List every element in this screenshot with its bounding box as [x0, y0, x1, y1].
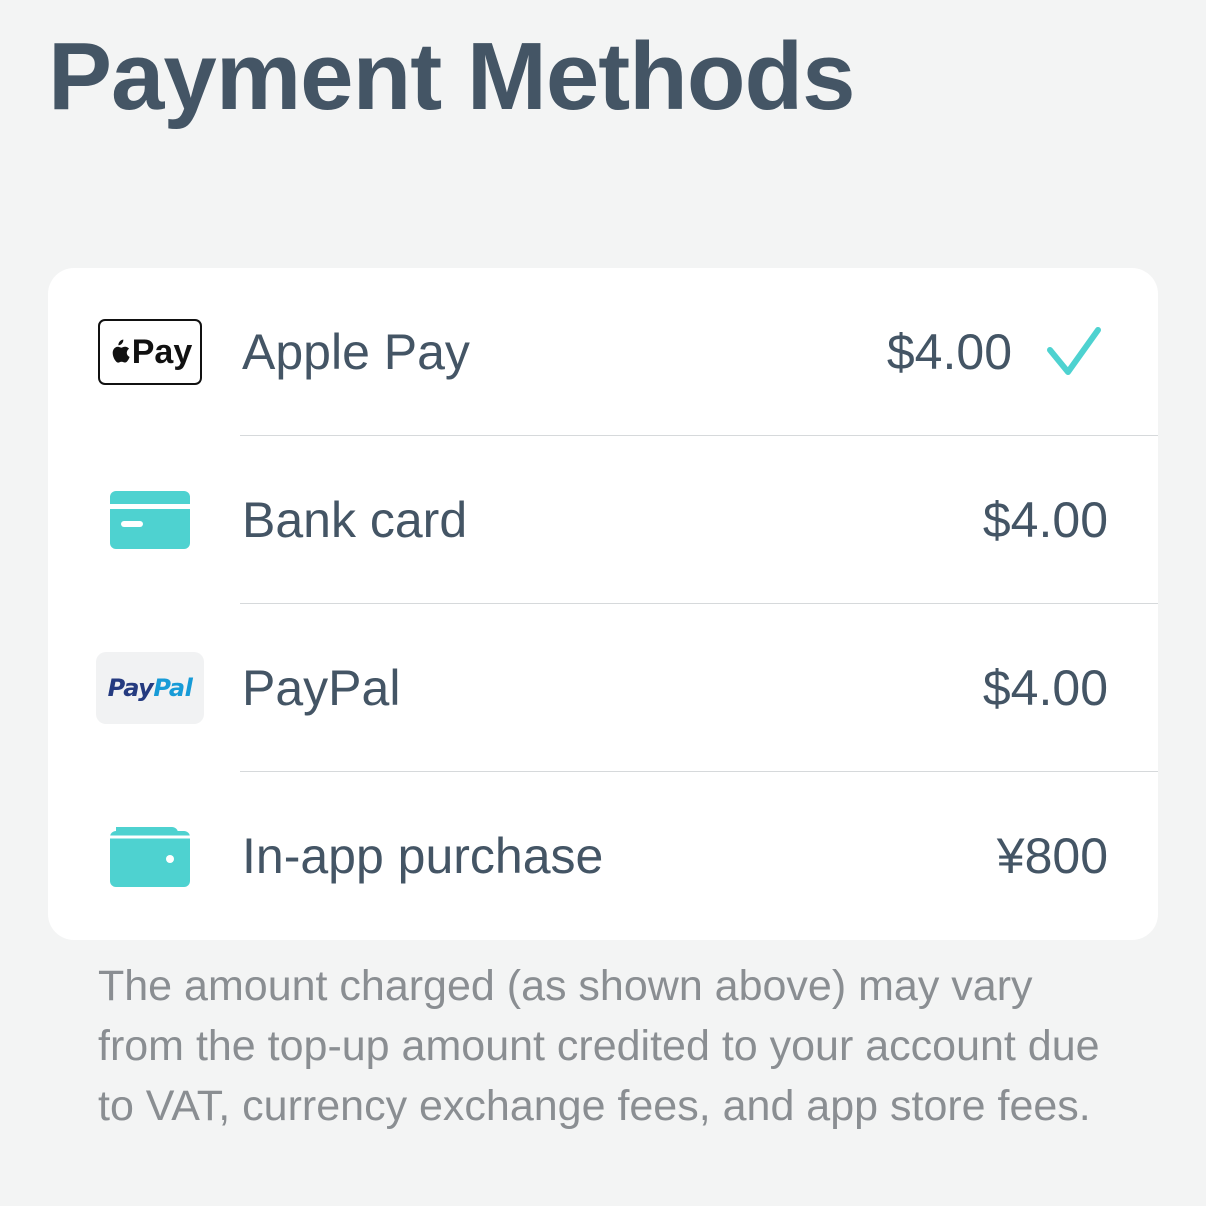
payment-option-label: Bank card	[242, 492, 468, 548]
apple-pay-icon: Pay	[96, 316, 204, 388]
payment-option-bank-card[interactable]: Bank card $4.00	[48, 436, 1158, 604]
payment-option-label: PayPal	[242, 660, 401, 716]
payment-option-price: $4.00	[886, 324, 1012, 380]
paypal-logo: Pay Pal	[96, 652, 204, 724]
page-title: Payment Methods	[48, 23, 855, 130]
payment-option-paypal[interactable]: Pay Pal PayPal $4.00	[48, 604, 1158, 772]
payment-option-price: $4.00	[982, 492, 1108, 548]
payment-option-label: In-app purchase	[242, 828, 604, 884]
payment-option-in-app-purchase[interactable]: In-app purchase ¥800	[48, 772, 1158, 940]
paypal-logo-pay-text: Pay	[107, 674, 154, 702]
wallet-icon	[96, 820, 204, 892]
payment-option-label: Apple Pay	[242, 324, 470, 380]
disclaimer-text: The amount charged (as shown above) may …	[98, 962, 1100, 1130]
payment-option-price: $4.00	[982, 660, 1108, 716]
payment-methods-list: Pay Apple Pay $4.00 Bank card $4.00 Pay P…	[48, 268, 1158, 940]
checkmark-icon	[1047, 327, 1101, 375]
apple-pay-badge-text: Pay	[131, 332, 193, 371]
payment-option-apple-pay[interactable]: Pay Apple Pay $4.00	[48, 268, 1158, 436]
payment-option-price: ¥800	[996, 828, 1108, 884]
credit-card-icon	[96, 484, 204, 556]
paypal-logo-pal-text: Pal	[153, 674, 193, 702]
apple-logo-icon	[112, 339, 130, 363]
